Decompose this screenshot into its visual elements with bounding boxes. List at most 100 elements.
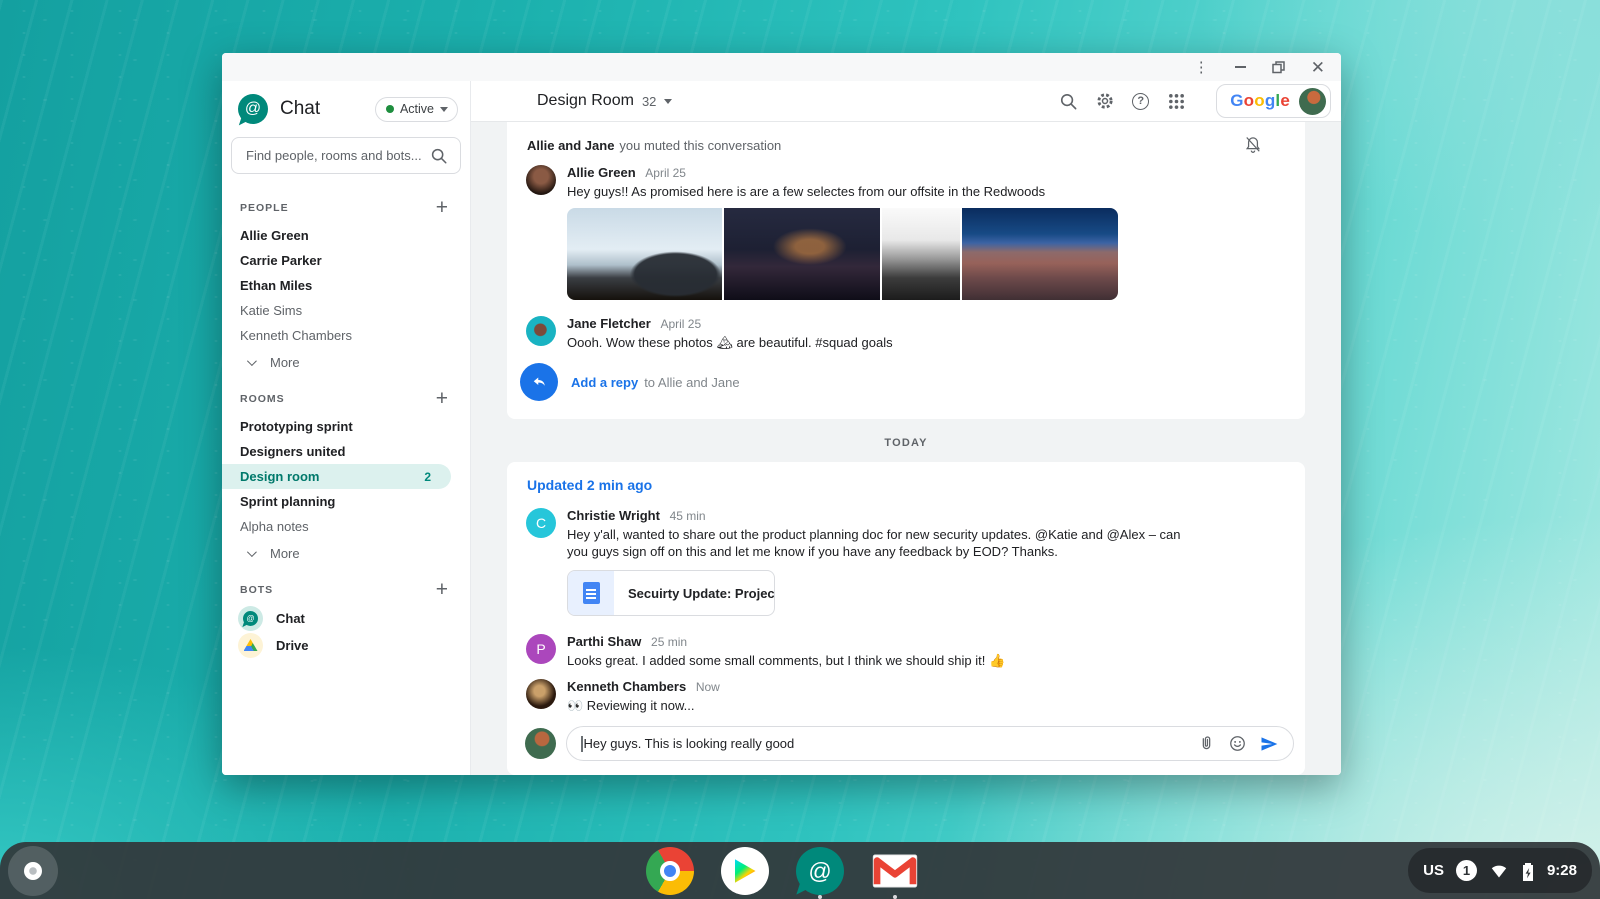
status-selector[interactable]: Active (375, 97, 458, 122)
room-title-dropdown[interactable]: Design Room 32 (537, 92, 672, 110)
room-member-count: 32 (642, 94, 656, 109)
active-status-dot (386, 105, 394, 113)
sidebar-item-allie-green[interactable]: Allie Green (222, 223, 470, 248)
shelf: @ US 1 9:28 (0, 842, 1600, 899)
window-titlebar: ⋮ ✕ (222, 53, 1341, 81)
sidebar-item-alpha-notes[interactable]: Alpha notes (222, 514, 470, 539)
today-conversation-card: Updated 2 min ago C Christie Wright 45 m… (507, 462, 1305, 775)
message-input[interactable]: Hey guys. This is looking really good (566, 726, 1294, 761)
message-author: Allie Green (567, 165, 636, 180)
help-icon[interactable]: ? (1132, 93, 1149, 110)
status-label: Active (400, 102, 434, 116)
shared-photos (567, 208, 1118, 300)
avatar: C (526, 508, 556, 538)
message-text: Oooh. Wow these photos 🏔 are beautiful. … (567, 334, 893, 351)
sidebar-item-prototyping-sprint[interactable]: Prototyping sprint (222, 414, 470, 439)
search-icon (430, 147, 448, 165)
sidebar-item-drive-bot[interactable]: Drive (222, 632, 470, 658)
message-time: 25 min (651, 635, 687, 649)
chevron-down-icon (664, 99, 672, 104)
rooms-more-button[interactable]: More (222, 541, 470, 566)
chevron-down-icon (247, 547, 257, 557)
system-tray[interactable]: US 1 9:28 (1408, 848, 1592, 893)
wifi-icon (1489, 862, 1509, 880)
message-text: Looks great. I added some small comments… (567, 652, 1005, 669)
doc-icon-wrap (568, 571, 614, 615)
restore-button[interactable] (1272, 61, 1285, 74)
chat-window: ⋮ ✕ @ Chat Active Fin (222, 53, 1341, 775)
unread-badge: 2 (424, 470, 431, 484)
keyboard-locale: US (1423, 862, 1444, 879)
emoji-icon[interactable] (1228, 734, 1247, 753)
avatar (526, 316, 556, 346)
doc-attachment-chip[interactable]: Secuirty Update: Project Plan (567, 570, 775, 616)
people-section-header: PEOPLE + (222, 184, 470, 223)
google-doc-icon (583, 582, 600, 604)
apps-grid-icon[interactable] (1166, 91, 1186, 111)
today-divider: TODAY (507, 419, 1305, 462)
compose-bar: Hey guys. This is looking really good (507, 716, 1305, 767)
people-more-button[interactable]: More (222, 350, 470, 375)
sidebar-item-chat-bot[interactable]: @ Chat (222, 605, 470, 631)
avatar: P (526, 634, 556, 664)
sidebar-item-kenneth-chambers[interactable]: Kenneth Chambers (222, 323, 470, 348)
search-icon[interactable] (1058, 91, 1078, 111)
message-text: Hey guys!! As promised here is are a few… (567, 183, 1045, 200)
running-indicator-dot (818, 895, 822, 899)
sidebar-item-design-room[interactable]: Design room 2 (222, 464, 451, 489)
message-author: Parthi Shaw (567, 634, 641, 649)
shared-photo-bw-hiker[interactable] (882, 208, 960, 300)
updated-label: Updated 2 min ago (507, 462, 1305, 500)
close-button[interactable]: ✕ (1311, 59, 1325, 76)
google-account-pill[interactable]: Google (1216, 84, 1331, 118)
reply-arrow-icon (520, 363, 558, 401)
message-author: Christie Wright (567, 508, 660, 523)
shared-photo-canyon[interactable] (962, 208, 1118, 300)
sidebar-item-designers-united[interactable]: Designers united (222, 439, 470, 464)
shared-photo-dusk-mountain[interactable] (724, 208, 880, 300)
message-time: Now (696, 680, 720, 694)
message: Allie Green April 25 Hey guys!! As promi… (507, 157, 1305, 202)
search-input[interactable]: Find people, rooms and bots... (231, 137, 461, 174)
battery-charging-icon (1521, 860, 1535, 882)
reply-label: Add a repy (571, 375, 638, 390)
message: C Christie Wright 45 min Hey y'all, want… (507, 500, 1305, 562)
gmail-icon[interactable] (871, 847, 919, 895)
message: Kenneth Chambers Now 👀 Reviewing it now.… (507, 671, 1305, 716)
text-cursor (581, 736, 583, 752)
rooms-title: ROOMS (240, 393, 285, 405)
bots-title: BOTS (240, 584, 273, 596)
app-title: Chat (280, 98, 375, 120)
muted-bell-icon[interactable] (1243, 135, 1263, 155)
minimize-button[interactable] (1235, 66, 1246, 68)
shared-photo-desert-butte[interactable] (567, 208, 722, 300)
sidebar-item-katie-sims[interactable]: Katie Sims (222, 298, 470, 323)
avatar (526, 165, 556, 195)
settings-gear-icon[interactable] (1095, 91, 1115, 111)
add-room-button[interactable]: + (436, 391, 448, 407)
chrome-icon[interactable] (646, 847, 694, 895)
message-author: Jane Fletcher (567, 316, 651, 331)
sidebar-item-ethan-miles[interactable]: Ethan Miles (222, 273, 470, 298)
window-menu-icon[interactable]: ⋮ (1194, 60, 1209, 75)
attach-paperclip-icon[interactable] (1197, 734, 1216, 753)
chevron-down-icon (247, 356, 257, 366)
running-indicator-dot (893, 895, 897, 899)
banner-text: you muted this conversation (619, 138, 781, 153)
send-icon[interactable] (1259, 734, 1279, 754)
account-avatar[interactable] (1299, 88, 1326, 115)
add-bot-button[interactable]: + (436, 582, 448, 598)
muted-conversation-card: Allie and Jane you muted this conversati… (507, 122, 1305, 419)
add-reply-button[interactable]: Add a repy to Allie and Jane (507, 353, 1305, 415)
message-time: April 25 (660, 317, 701, 331)
launcher-button[interactable] (8, 846, 58, 896)
message-time: April 25 (645, 166, 686, 180)
play-store-icon[interactable] (721, 847, 769, 895)
sidebar-item-sprint-planning[interactable]: Sprint planning (222, 489, 470, 514)
people-title: PEOPLE (240, 202, 289, 214)
compose-text: Hey guys. This is looking really good (584, 736, 795, 751)
add-people-button[interactable]: + (436, 200, 448, 216)
chat-app-icon[interactable]: @ (796, 847, 844, 895)
sidebar-item-carrie-parker[interactable]: Carrie Parker (222, 248, 470, 273)
search-placeholder: Find people, rooms and bots... (246, 148, 430, 163)
